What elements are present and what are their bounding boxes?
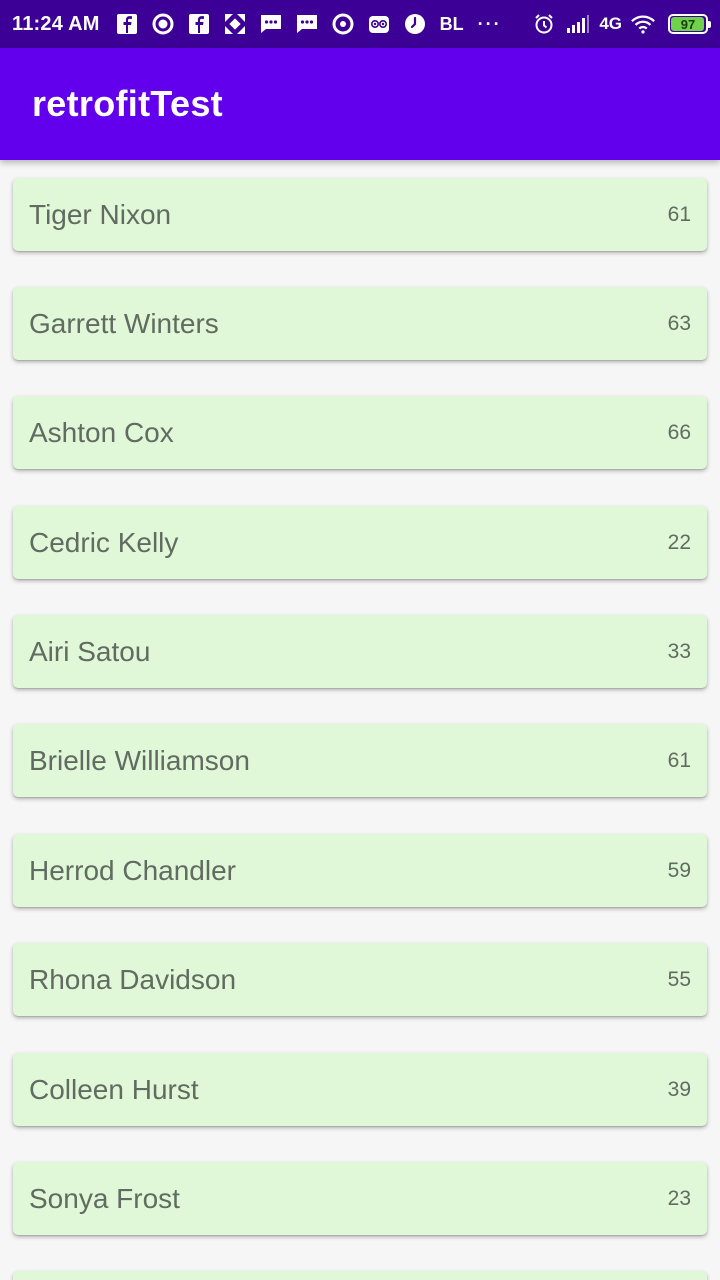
employee-age: 22 (667, 530, 691, 554)
network-type: 4G (599, 14, 622, 33)
employee-age: 63 (667, 311, 691, 335)
employee-name: Colleen Hurst (29, 1073, 199, 1105)
target-icon (330, 11, 356, 37)
employee-name: Tiger Nixon (29, 198, 172, 230)
employee-card[interactable]: Rhona Davidson 55 (13, 943, 707, 1016)
battery-icon: 97 (668, 14, 711, 34)
app-bar: retrofitTest (0, 48, 720, 160)
employee-name: Garrett Winters (29, 307, 219, 339)
employee-name: Cedric Kelly (29, 526, 179, 558)
owl-icon (366, 11, 392, 37)
message-icon (294, 11, 320, 37)
status-bar: 11:24 AM BL ··· 4G 97 (0, 0, 720, 48)
employee-card[interactable]: Ashton Cox 66 (13, 396, 707, 469)
employee-card-partial[interactable] (13, 1271, 707, 1280)
battery-nub (708, 21, 711, 28)
employee-age: 61 (667, 748, 691, 772)
employee-card[interactable]: Tiger Nixon 61 (13, 178, 707, 251)
app-title: retrofitTest (32, 83, 223, 124)
employee-list[interactable]: Tiger Nixon 61 Garrett Winters 63 Ashton… (0, 160, 720, 1280)
employee-age: 39 (667, 1077, 691, 1101)
wifi-icon (630, 11, 656, 37)
employee-age: 66 (667, 420, 691, 444)
circle-icon (150, 11, 176, 37)
facebook-icon (114, 11, 140, 37)
employee-card[interactable]: Herrod Chandler 59 (13, 834, 707, 907)
system-icons: 4G 97 (531, 11, 711, 37)
notification-icons: BL (114, 11, 464, 37)
employee-age: 61 (667, 202, 691, 226)
message-icon (258, 11, 284, 37)
employee-card[interactable]: Cedric Kelly 22 (13, 506, 707, 579)
status-time: 11:24 AM (12, 12, 100, 35)
employee-name: Herrod Chandler (29, 854, 236, 886)
employee-name: Rhona Davidson (29, 963, 237, 995)
employee-name: Brielle Williamson (29, 744, 250, 776)
employee-age: 33 (667, 639, 691, 663)
employee-name: Airi Satou (29, 635, 151, 667)
employee-card[interactable]: Sonya Frost 23 (13, 1162, 707, 1235)
employee-age: 23 (667, 1186, 691, 1210)
employee-age: 59 (667, 858, 691, 882)
signal-icon (565, 11, 591, 37)
more-notifications-dots: ··· (477, 13, 502, 34)
clock-icon (402, 11, 428, 37)
alarm-icon (531, 11, 557, 37)
employee-card[interactable]: Brielle Williamson 61 (13, 724, 707, 797)
grid-app-icon (222, 11, 248, 37)
facebook-icon (186, 11, 212, 37)
employee-name: Ashton Cox (29, 416, 174, 448)
employee-card[interactable]: Colleen Hurst 39 (13, 1053, 707, 1126)
employee-age: 55 (667, 967, 691, 991)
employee-card[interactable]: Garrett Winters 63 (13, 287, 707, 360)
employee-name: Sonya Frost (29, 1182, 180, 1214)
carrier-text: BL (439, 13, 464, 34)
employee-card[interactable]: Airi Satou 33 (13, 615, 707, 688)
battery-level: 97 (680, 16, 696, 32)
